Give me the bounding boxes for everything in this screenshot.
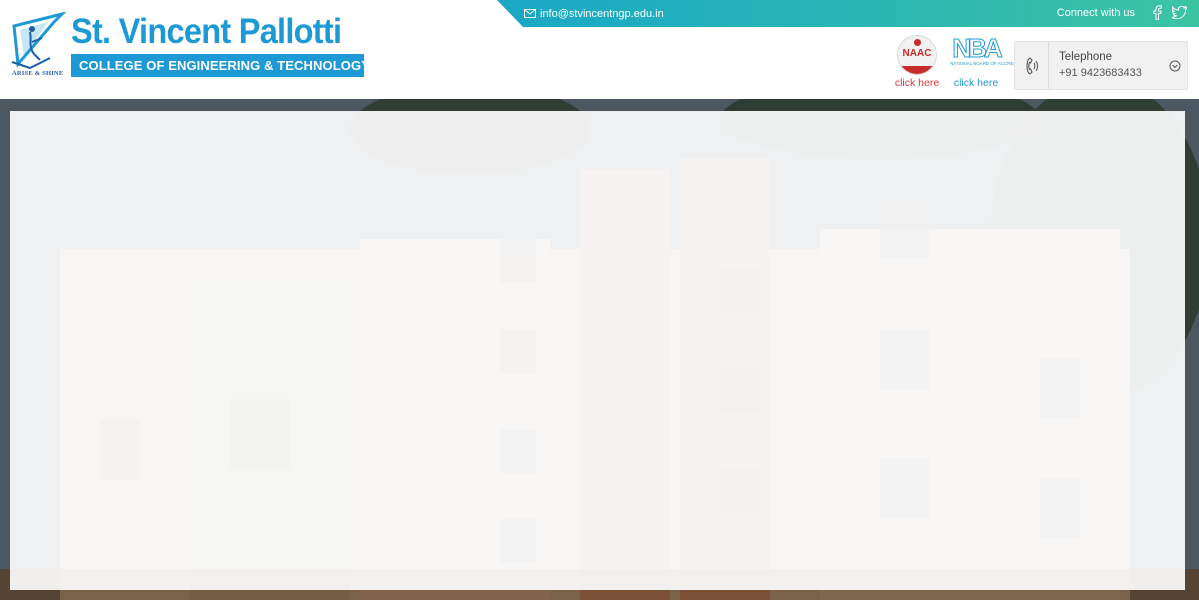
naac-logo-text: NAAC — [902, 48, 932, 59]
college-logo[interactable]: ARISE & SHINE St. Vincent Pallotti COLLE… — [10, 12, 370, 82]
facebook-icon[interactable] — [1149, 5, 1165, 21]
college-subtitle: COLLEGE OF ENGINEERING & TECHNOLOGY — [71, 54, 364, 77]
connect-label: Connect with us — [1056, 6, 1135, 19]
telephone-dropdown[interactable]: Telephone +91 9423683433 — [1014, 41, 1188, 90]
content-overlay-panel — [10, 111, 1185, 590]
site-header: ARISE & SHINE St. Vincent Pallotti COLLE… — [0, 0, 1199, 99]
chevron-down-icon — [1169, 59, 1181, 72]
nba-logo-text: NBA — [952, 33, 1003, 63]
social-links: Connect with us — [1057, 0, 1187, 25]
naac-click-here-link[interactable]: click here — [893, 77, 941, 89]
phone-icon — [1015, 42, 1049, 89]
nba-badge[interactable]: NBA NATIONAL BOARD OF ACCREDITATION clic… — [948, 33, 1034, 90]
nba-click-here-link[interactable]: click here — [948, 77, 1004, 89]
top-contact-bar: info@stvincentngp.edu.in Connect with us — [497, 0, 1199, 27]
nba-logo-icon: NBA NATIONAL BOARD OF ACCREDITATION — [950, 33, 1034, 75]
telephone-label: Telephone — [1059, 51, 1113, 63]
email-text: info@stvincentngp.edu.in — [540, 7, 664, 20]
college-name: St. Vincent Pallotti — [71, 12, 342, 51]
mail-icon — [524, 9, 536, 18]
naac-logo-icon: NAAC — [897, 35, 937, 75]
college-tagline: ARISE & SHINE — [12, 70, 64, 77]
email-link[interactable]: info@stvincentngp.edu.in — [524, 0, 664, 27]
hero-banner — [0, 99, 1199, 600]
nba-full-name: NATIONAL BOARD OF ACCREDITATION — [950, 61, 1034, 66]
telephone-number: +91 9423683433 — [1059, 67, 1142, 79]
naac-badge[interactable]: NAAC click here — [893, 35, 941, 89]
twitter-icon[interactable] — [1171, 5, 1187, 21]
